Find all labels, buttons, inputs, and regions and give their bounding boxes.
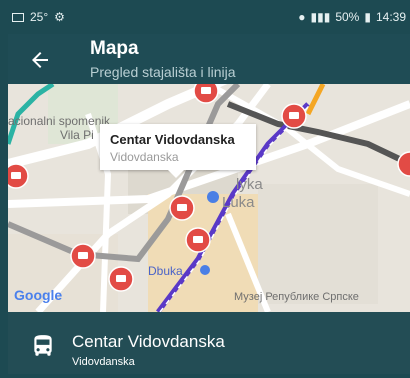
battery-icon: ▮ xyxy=(364,10,371,24)
map-label-area: Luka xyxy=(222,194,255,211)
signal-icon: ▮▮▮ xyxy=(310,10,331,24)
location-icon: ● xyxy=(298,10,306,24)
map-label-area: lyka xyxy=(236,176,263,193)
callout-subtitle: Vidovdanska xyxy=(110,150,179,164)
battery-text: 50% xyxy=(335,10,360,24)
app-bar: Mapa Pregled stajališta i linija xyxy=(8,34,410,84)
time-text: 14:39 xyxy=(375,10,406,24)
map-view[interactable]: acionalni spomenik Vila Pi lyka Luka Dbu… xyxy=(8,84,410,312)
callout-title: Centar Vidovdanska xyxy=(110,132,235,147)
arrow-left-icon[interactable] xyxy=(28,48,52,72)
page-title: Mapa xyxy=(90,38,139,59)
selected-stop-panel[interactable]: Centar Vidovdanska Vidovdanska xyxy=(8,312,410,374)
status-right: ● ▮▮▮ 50% ▮ 14:39 xyxy=(298,10,406,24)
city-block xyxy=(258,184,378,304)
bus-icon xyxy=(34,335,52,356)
stop-callout[interactable]: Centar Vidovdanska Vidovdanska xyxy=(100,124,256,178)
settings-icon: ⚙ xyxy=(54,10,65,24)
museum-marker-icon xyxy=(200,265,210,275)
status-bar: 25° ⚙ ● ▮▮▮ 50% ▮ 14:39 xyxy=(8,0,410,34)
google-logo: Google xyxy=(14,287,63,303)
map-label-monument: acionalni spomenik xyxy=(8,114,111,128)
status-left: 25° ⚙ xyxy=(12,10,65,24)
map-label-tram: Dbuka xyxy=(148,264,183,278)
selected-stop-name: Centar Vidovdanska xyxy=(72,332,225,351)
temperature-text: 25° xyxy=(30,10,49,24)
map-label-museum: Музеј Републике Српске xyxy=(234,291,359,303)
map-label-vila: Vila Pi xyxy=(60,128,94,142)
app-frame: 25° ⚙ ● ▮▮▮ 50% ▮ 14:39 Mapa Pregled sta… xyxy=(0,0,410,378)
selected-stop-street: Vidovdanska xyxy=(72,356,135,368)
location-dot xyxy=(207,191,219,203)
gallery-icon xyxy=(12,12,24,22)
page-subtitle: Pregled stajališta i linija xyxy=(90,64,236,80)
